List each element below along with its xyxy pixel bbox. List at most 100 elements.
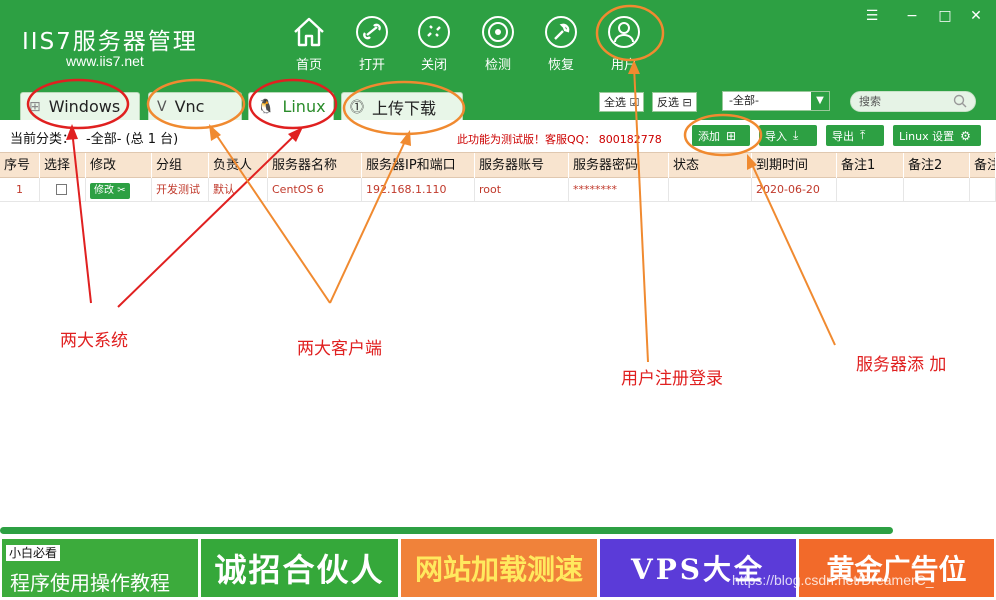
checkbox-icon: ☑ [629, 95, 640, 109]
nav-user[interactable]: 用户 [596, 14, 652, 73]
upload-icon: ⓵ [350, 99, 364, 116]
nav-detect-label: 检测 [484, 58, 511, 73]
nav-home[interactable]: 首页 [281, 14, 337, 73]
maximize-icon[interactable]: □ [936, 8, 954, 24]
search-placeholder: 搜索 [859, 95, 881, 108]
wrench-icon [545, 16, 577, 48]
col-group[interactable]: 分组 [152, 153, 209, 179]
col-note2[interactable]: 备注2 [904, 153, 970, 179]
add-server-button[interactable]: 添加 ⊞ [692, 125, 750, 146]
col-note1[interactable]: 备注1 [837, 153, 904, 179]
cell-status [669, 178, 752, 202]
import-icon: ⤓ [793, 128, 799, 142]
category-select-value: -全部- [729, 94, 759, 107]
cell-index: 1 [0, 178, 40, 202]
export-icon: ⤒ [860, 128, 866, 142]
nav-close[interactable]: 关闭 [406, 14, 462, 73]
export-label: 导出 [832, 129, 854, 143]
col-select[interactable]: 选择 [40, 153, 86, 179]
partner-banner[interactable]: 诚招合伙人 [201, 539, 398, 597]
cell-owner: 默认 [209, 178, 268, 202]
cell-password: ******** [569, 178, 669, 202]
radar-icon [482, 16, 514, 48]
minimize-icon[interactable]: − [903, 8, 921, 24]
server-table: 序号 选择 修改 分组 负责人 服务器名称 服务器IP和端口 服务器账号 服务器… [0, 152, 996, 202]
chevron-down-icon[interactable]: ▼ [811, 92, 829, 110]
menu-icon[interactable]: ☰ [863, 8, 881, 24]
tab-upload[interactable]: ⓵ 上传下载 [341, 92, 463, 120]
tools-icon: ✂ [117, 185, 126, 196]
category-label: 当前分类： [10, 132, 76, 147]
header-bar: IIS7服务器管理 www.iis7.net 首页 打开 关闭 检测 恢复 用户… [0, 0, 996, 120]
category-value: -全部- (总 1 台) [86, 132, 179, 147]
edit-label: 修改 [94, 185, 114, 196]
import-label: 导入 [765, 129, 787, 143]
horizontal-scrollbar[interactable] [0, 527, 893, 534]
linux-settings-button[interactable]: Linux 设置 ⚙ [893, 125, 981, 146]
toolbar: 当前分类： -全部- (总 1 台) 此功能为测试版！客服QQ： 8001827… [0, 120, 996, 152]
search-input[interactable]: 搜索 [850, 91, 976, 112]
export-button[interactable]: 导出 ⤒ [826, 125, 884, 146]
nav-open[interactable]: 打开 [344, 14, 400, 73]
col-index[interactable]: 序号 [0, 153, 40, 179]
cell-note3 [970, 178, 996, 202]
app-url: www.iis7.net [66, 53, 144, 69]
table-row[interactable]: 1 修改 ✂ 开发测试 默认 CentOS 6 192.168.1.110 ro… [0, 178, 996, 202]
tutorial-banner[interactable]: 小白必看 程序使用操作教程 [2, 539, 198, 597]
app-window: IIS7服务器管理 www.iis7.net 首页 打开 关闭 检测 恢复 用户… [0, 0, 996, 600]
cell-expire: 2020-06-20 [752, 178, 837, 202]
add-icon: ⊞ [726, 128, 737, 143]
invert-button[interactable]: 反选 ⊟ [652, 92, 697, 112]
speedtest-banner[interactable]: 网站加载测速 [401, 539, 597, 597]
link-icon [356, 16, 388, 48]
tab-vnc[interactable]: V Vnc [148, 92, 242, 120]
settings-label: Linux 设置 [899, 129, 955, 143]
select-all-button[interactable]: 全选 ☑ [599, 92, 645, 112]
cell-group: 开发测试 [152, 178, 209, 202]
annot-user-register: 用户注册登录 [621, 369, 723, 389]
category-select[interactable]: -全部- ▼ [722, 91, 830, 111]
col-owner[interactable]: 负责人 [209, 153, 268, 179]
col-status[interactable]: 状态 [669, 153, 752, 179]
nav-restore[interactable]: 恢复 [533, 14, 589, 73]
col-password[interactable]: 服务器密码 [569, 153, 669, 179]
user-icon [608, 16, 640, 48]
invert-icon: ⊟ [682, 95, 692, 109]
nav-user-label: 用户 [610, 58, 637, 73]
nav-detect[interactable]: 检测 [470, 14, 526, 73]
annot-server-add: 服务器添 加 [856, 355, 947, 375]
tutorial-tag: 小白必看 [6, 545, 61, 561]
tab-linux-label: Linux [282, 97, 326, 116]
annot-two-systems: 两大系统 [60, 331, 128, 351]
watermark: https://blog.csdn.net/DreamerC_ [732, 572, 934, 588]
select-all-label: 全选 [604, 96, 626, 109]
cell-note2 [904, 178, 970, 202]
tab-windows[interactable]: ⊞ Windows [20, 92, 140, 120]
cell-select [40, 178, 86, 202]
tab-windows-label: Windows [48, 97, 121, 116]
row-checkbox[interactable] [56, 184, 67, 195]
cell-ip: 192.168.1.110 [362, 178, 475, 202]
home-icon [294, 17, 324, 47]
footer-banners: 小白必看 程序使用操作教程 诚招合伙人 网站加载测速 VPS大全 黄金广告位 [0, 537, 996, 600]
import-button[interactable]: 导入 ⤓ [759, 125, 817, 146]
unlink-icon [418, 16, 450, 48]
col-ip[interactable]: 服务器IP和端口 [362, 153, 475, 179]
edit-button[interactable]: 修改 ✂ [90, 183, 130, 199]
cell-name: CentOS 6 [268, 178, 362, 202]
col-name[interactable]: 服务器名称 [268, 153, 362, 179]
tab-linux[interactable]: 🐧 Linux [248, 92, 334, 120]
search-icon[interactable] [953, 94, 967, 108]
cell-account: root [475, 178, 569, 202]
tab-vnc-label: Vnc [174, 97, 205, 116]
col-note3[interactable]: 备注 [970, 153, 996, 179]
gear-icon: ⚙ [960, 128, 971, 143]
close-icon[interactable]: ✕ [967, 8, 985, 24]
col-expire[interactable]: 到期时间 [752, 153, 837, 179]
nav-close-label: 关闭 [420, 58, 447, 73]
col-account[interactable]: 服务器账号 [475, 153, 569, 179]
windows-icon: ⊞ [29, 98, 41, 115]
vps-banner[interactable]: VPS大全 [600, 539, 796, 597]
ad-banner[interactable]: 黄金广告位 [799, 539, 994, 597]
col-edit[interactable]: 修改 [86, 153, 152, 179]
